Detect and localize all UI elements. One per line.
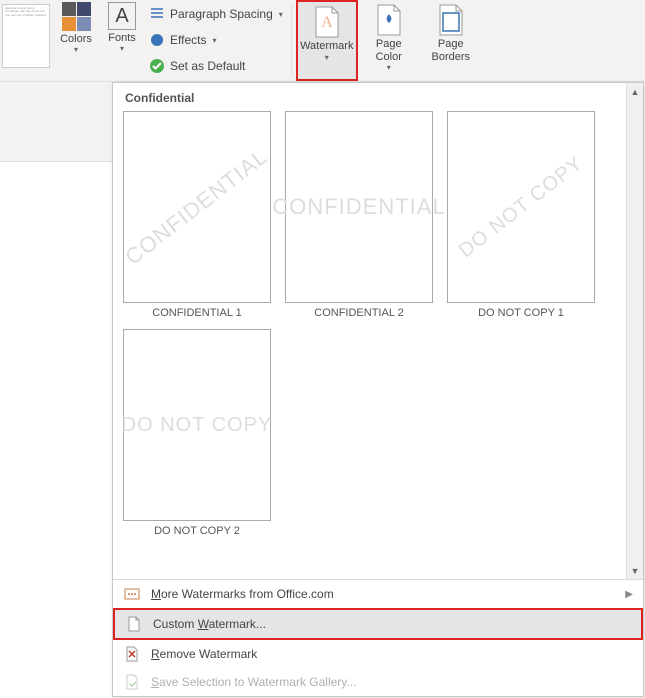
fonts-icon: A — [108, 2, 136, 30]
watermark-option-label: CONFIDENTIAL 2 — [314, 307, 403, 319]
watermark-option-label: CONFIDENTIAL 1 — [152, 307, 241, 319]
menu-label: Remove Watermark — [151, 647, 257, 661]
effects-icon — [148, 31, 166, 49]
ribbon-separator — [291, 4, 292, 77]
ribbon: galleries include items coordinate with … — [0, 0, 645, 82]
page-borders-label: Page Borders — [432, 38, 471, 63]
submenu-arrow-icon: ▶ — [625, 589, 633, 600]
menu-label: Custom Watermark... — [153, 617, 266, 631]
remove-icon — [123, 645, 141, 663]
gallery-section-header: Confidential — [123, 87, 616, 111]
custom-watermark-menu-item[interactable]: Custom Watermark... — [113, 608, 643, 640]
set-default-label: Set as Default — [170, 59, 245, 73]
watermark-preview-text: DO NOT COPY — [455, 152, 588, 263]
watermark-icon: A — [311, 6, 343, 38]
watermark-option-label: DO NOT COPY 1 — [478, 307, 564, 319]
formatting-options: Paragraph Spacing ▾ Effects ▾ Set as Def… — [144, 0, 287, 81]
effects-label: Effects — [170, 33, 206, 47]
watermark-option-donotcopy-2[interactable]: DO NOT COPY DO NOT COPY 2 — [123, 329, 271, 537]
watermark-option-confidential-1[interactable]: CONFIDENTIAL CONFIDENTIAL 1 — [123, 111, 271, 319]
gallery-menu: More Watermarks from Office.com ▶ Custom… — [113, 579, 643, 696]
watermark-option-label: DO NOT COPY 2 — [154, 525, 240, 537]
page-icon — [125, 615, 143, 633]
effects-button[interactable]: Effects ▾ — [148, 28, 283, 52]
watermark-preview-text: CONFIDENTIAL — [121, 143, 274, 270]
menu-label: More Watermarks from Office.com — [151, 587, 334, 601]
set-default-icon — [148, 57, 166, 75]
watermark-option-confidential-2[interactable]: CONFIDENTIAL CONFIDENTIAL 2 — [285, 111, 433, 319]
paragraph-spacing-button[interactable]: Paragraph Spacing ▾ — [148, 2, 283, 26]
page-borders-button[interactable]: Page Borders — [420, 0, 482, 81]
watermark-option-donotcopy-1[interactable]: DO NOT COPY DO NOT COPY 1 — [447, 111, 595, 319]
paragraph-spacing-label: Paragraph Spacing — [170, 7, 273, 21]
scroll-up-icon[interactable]: ▲ — [629, 85, 642, 98]
menu-label: Save Selection to Watermark Gallery... — [151, 675, 356, 689]
office-icon — [123, 585, 141, 603]
gallery-scrollbar[interactable]: ▲ ▼ — [626, 83, 643, 579]
watermark-preview-text: CONFIDENTIAL — [272, 194, 445, 220]
colors-button[interactable]: Colors ▾ — [52, 0, 100, 81]
remove-watermark-menu-item[interactable]: Remove Watermark — [113, 640, 643, 668]
colors-icon — [62, 2, 91, 31]
fonts-label: Fonts — [108, 32, 136, 44]
document-background-stub — [0, 82, 112, 162]
svg-text:A: A — [321, 14, 333, 31]
page-color-label: Page Color — [376, 38, 402, 63]
watermark-button[interactable]: A Watermark ▾ — [296, 0, 358, 81]
page-borders-icon — [435, 4, 467, 36]
colors-label: Colors — [60, 33, 92, 45]
save-selection-menu-item: Save Selection to Watermark Gallery... — [113, 668, 643, 696]
fonts-button[interactable]: A Fonts ▾ — [100, 0, 144, 81]
page-color-button[interactable]: Page Color ▾ — [358, 0, 420, 81]
watermark-label: Watermark — [300, 40, 353, 53]
style-gallery-thumb[interactable]: galleries include items coordinate with … — [2, 4, 50, 68]
set-default-button[interactable]: Set as Default — [148, 54, 283, 78]
watermark-gallery-dropdown: Confidential CONFIDENTIAL CONFIDENTIAL 1… — [112, 82, 644, 697]
scroll-down-icon[interactable]: ▼ — [629, 564, 642, 577]
watermark-preview-text: DO NOT COPY — [122, 414, 273, 437]
page-color-icon — [373, 4, 405, 36]
more-watermarks-menu-item[interactable]: More Watermarks from Office.com ▶ — [113, 580, 643, 608]
paragraph-spacing-icon — [148, 5, 166, 23]
save-gallery-icon — [123, 673, 141, 691]
